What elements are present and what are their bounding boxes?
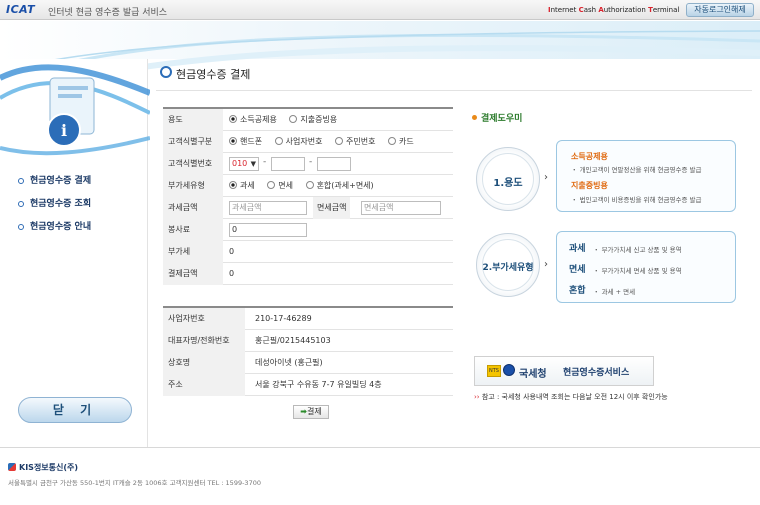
divider [156, 90, 752, 91]
pay-button[interactable]: ➡결제 [293, 405, 329, 419]
bullet-icon [472, 115, 477, 120]
id-type-label: 고객식별구분 [163, 131, 223, 153]
service-fee-row: 봉사료 0 [163, 219, 453, 241]
vat-help-circle: 2.부가세유형 [476, 233, 540, 297]
use-help-box: 소득공제용 ・ 개인고객이 연말정산을 위해 현금영수증 발급 지출증빙용 ・ … [556, 140, 736, 212]
exempt-amount-input[interactable]: 면세금액 [361, 201, 441, 215]
bullet-icon [18, 178, 24, 184]
payment-form: 용도 소득공제용 지출증빙용 고객식별구분 핸드폰 사업자번호 주민번호 카드 … [163, 107, 453, 285]
bullet-icon [18, 201, 24, 207]
service-fee-input[interactable]: 0 [229, 223, 307, 237]
id-type-row: 고객식별구분 핸드폰 사업자번호 주민번호 카드 [163, 131, 453, 153]
kis-logo-icon [8, 463, 16, 471]
merchant-info-table: 사업자번호 210-17-46289 대표자명/전화번호 홍근필/0215445… [163, 306, 453, 396]
radio-icon[interactable] [274, 137, 283, 145]
bullet-icon [18, 224, 24, 230]
vat-value: 0 [229, 247, 235, 256]
footer: KIS정보통신(주) 서울특별시 금천구 가산동 550-1번지 IT캐슬 2동… [0, 447, 760, 505]
phone-middle-input[interactable] [271, 157, 305, 171]
nts-receipt-service-banner[interactable]: NTS 국세청 현금영수증서비스 [474, 356, 654, 386]
vat-type-label: 부가세유형 [163, 175, 223, 197]
company-name: KIS정보통신(주) [8, 462, 78, 473]
vat-type-mixed[interactable]: 혼합(과세+면세) [305, 181, 374, 190]
service-fee-label: 봉사료 [163, 219, 223, 241]
exempt-label: 면세금액 [313, 197, 351, 219]
id-number-label: 고객식별번호 [163, 153, 223, 175]
vat-help-box: 과세 ・ 부가가치세 신고 상품 및 용역 면세 ・ 부가가치세 면세 상품 및… [556, 231, 736, 303]
use-option-deduction[interactable]: 소득공제용 [229, 115, 277, 124]
vat-label: 부가세 [163, 241, 223, 263]
total-value: 0 [229, 269, 235, 278]
top-bar: ICAT 인터넷 현금 영수증 발급 서비스 Internet Cash Aut… [0, 0, 760, 20]
table-row: 사업자번호 210-17-46289 [163, 308, 453, 330]
id-type-business[interactable]: 사업자번호 [274, 137, 322, 146]
taxable-label: 과세금액 [163, 197, 223, 219]
id-type-card[interactable]: 카드 [388, 137, 414, 146]
total-label: 결제금액 [163, 263, 223, 285]
use-row: 용도 소득공제용 지출증빙용 [163, 109, 453, 131]
vat-type-row: 부가세유형 과세 면세 혼합(과세+면세) [163, 175, 453, 197]
sidebar-item-receipt-guide[interactable]: 현금영수증 안내 [18, 221, 91, 244]
svg-text:i: i [61, 121, 67, 140]
icat-logo: ICAT [6, 3, 36, 16]
id-type-phone[interactable]: 핸드폰 [229, 137, 262, 146]
arrow-right-icon: ➡ [300, 407, 307, 416]
radio-icon[interactable] [335, 137, 343, 145]
radio-icon[interactable] [289, 115, 298, 123]
page-title: 현금영수증 결제 [176, 68, 251, 81]
chevron-right-icon: › [544, 172, 548, 183]
vat-type-exempt[interactable]: 면세 [267, 181, 293, 190]
receipt-info-icon: i [0, 64, 150, 156]
id-type-resident[interactable]: 주민번호 [335, 137, 375, 146]
radio-selected-icon[interactable] [229, 137, 237, 145]
id-number-row: 고객식별번호 010 ▼ - - [163, 153, 453, 175]
vat-row: 부가세 0 [163, 241, 453, 263]
amount-row: 과세금액 과세금액 면세금액 면세금액 [163, 197, 453, 219]
title-circle-icon [160, 66, 172, 78]
inquiry-note: ›› 참고 : 국세청 사용내역 조회는 다음날 오전 12시 이후 확인가능 [474, 393, 668, 401]
taxable-amount-input[interactable]: 과세금액 [229, 201, 307, 215]
table-row: 주소 서울 강북구 수유동 7-7 유일빌딩 4층 [163, 374, 453, 396]
company-address: 서울특별시 금천구 가산동 550-1번지 IT캐슬 2동 1006호 고객지원… [8, 479, 261, 487]
total-row: 결제금액 0 [163, 263, 453, 285]
chevron-right-icon: › [544, 259, 548, 270]
phone-last-input[interactable] [317, 157, 351, 171]
radio-selected-icon[interactable] [229, 181, 237, 189]
icat-acronym: Internet Cash Authorization Terminal [548, 6, 680, 14]
auto-logout-button[interactable]: 자동로그인해제 [686, 3, 754, 17]
radio-icon[interactable] [305, 181, 314, 189]
help-title: 결제도우미 [472, 111, 522, 124]
sidebar-menu: 현금영수증 결제 현금영수증 조회 현금영수증 안내 [18, 175, 91, 244]
radio-icon[interactable] [388, 137, 396, 145]
sidebar-item-receipt-inquiry[interactable]: 현금영수증 조회 [18, 198, 91, 221]
dropdown-arrow-icon: ▼ [250, 160, 256, 168]
table-row: 대표자명/전화번호 홍근필/0215445103 [163, 330, 453, 352]
emblem-icon [503, 364, 515, 376]
close-button[interactable]: 닫 기 [18, 397, 132, 423]
use-help-circle: 1.용도 [476, 147, 540, 211]
vat-type-taxable[interactable]: 과세 [229, 181, 255, 190]
app-title: 인터넷 현금 영수증 발급 서비스 [48, 8, 168, 18]
phone-prefix-select[interactable]: 010 ▼ [229, 157, 259, 171]
radio-selected-icon[interactable] [229, 115, 237, 123]
table-row: 상호명 데성아이넷 (홍근필) [163, 352, 453, 374]
radio-icon[interactable] [267, 181, 276, 189]
use-option-expense[interactable]: 지출증빙용 [289, 115, 337, 124]
use-label: 용도 [163, 109, 223, 131]
nts-logo-icon: NTS [487, 365, 501, 377]
sidebar-item-receipt-payment[interactable]: 현금영수증 결제 [18, 175, 91, 198]
